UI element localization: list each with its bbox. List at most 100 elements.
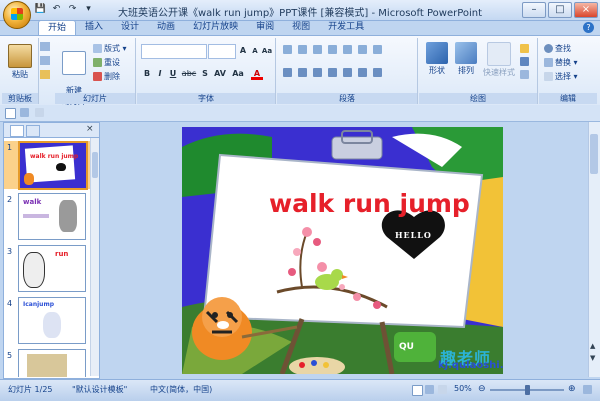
shapes-button[interactable]: 形状 xyxy=(423,42,451,76)
list-item[interactable]: 4 Icanjump xyxy=(4,297,90,345)
list-item[interactable]: 3 run xyxy=(4,245,90,293)
slide-sorter-button[interactable] xyxy=(425,385,434,394)
shadow-button[interactable]: S xyxy=(199,68,211,80)
tab-slideshow[interactable]: 幻灯片放映 xyxy=(184,20,247,35)
grow-font-button[interactable]: A xyxy=(237,45,249,57)
list-item[interactable]: 1 walk run jump xyxy=(4,141,90,190)
current-slide[interactable]: walk run jump HELLO QU 趣老师课件 kj.qulaoshi… xyxy=(182,127,503,374)
align-center-icon[interactable] xyxy=(298,68,307,77)
slide-title[interactable]: walk run jump xyxy=(269,189,470,218)
layout-button[interactable]: 版式 ▾ xyxy=(93,43,127,54)
font-size-combo[interactable] xyxy=(208,44,236,59)
change-case-button[interactable]: Aa xyxy=(231,68,245,80)
zoom-level[interactable]: 50% xyxy=(454,384,472,393)
justify-icon[interactable] xyxy=(328,68,337,77)
distributed-icon[interactable] xyxy=(343,68,352,77)
tab-view[interactable]: 视图 xyxy=(283,20,319,35)
office-logo-icon xyxy=(11,8,23,20)
reset-label: 重设 xyxy=(104,58,120,67)
clear-format-button[interactable]: Aa xyxy=(261,45,273,57)
paste-button[interactable]: 粘贴 xyxy=(5,44,35,80)
shapes-label: 形状 xyxy=(429,66,445,75)
tab-animations[interactable]: 动画 xyxy=(148,20,184,35)
format-painter-icon[interactable] xyxy=(40,70,50,79)
text-direction-icon[interactable] xyxy=(373,45,382,54)
align-right-icon[interactable] xyxy=(313,68,322,77)
next-slide-icon[interactable]: ▼ xyxy=(590,354,595,362)
slideshow-button[interactable] xyxy=(438,385,447,394)
cut-icon[interactable] xyxy=(40,42,50,51)
tab-insert[interactable]: 插入 xyxy=(76,20,112,35)
char-spacing-button[interactable]: AV xyxy=(213,68,227,80)
delete-slide-button[interactable]: 删除 xyxy=(93,71,120,82)
language-indicator[interactable]: 中文(简体，中国) xyxy=(150,384,212,395)
clipboard-icon xyxy=(8,44,32,68)
smartart-icon[interactable] xyxy=(373,68,382,77)
line-spacing-icon[interactable] xyxy=(343,45,352,54)
list-item[interactable]: 2 walk xyxy=(4,193,90,241)
new-slide-icon xyxy=(62,51,86,75)
maximize-button[interactable]: □ xyxy=(548,2,572,18)
copy-icon[interactable] xyxy=(40,56,50,65)
shape-fill-icon[interactable] xyxy=(520,44,529,53)
numbering-icon[interactable] xyxy=(298,45,307,54)
tab-developer[interactable]: 开发工具 xyxy=(319,20,373,35)
zoom-slider[interactable] xyxy=(490,385,564,395)
tab-outline-view[interactable] xyxy=(26,125,40,137)
bold-button[interactable]: B xyxy=(141,68,153,80)
reset-button[interactable]: 重设 xyxy=(93,57,120,68)
scrollbar-thumb[interactable] xyxy=(590,134,598,174)
thumbnail-text: walk run jump xyxy=(30,153,79,160)
minimize-button[interactable]: – xyxy=(522,2,546,18)
italic-button[interactable]: I xyxy=(154,68,166,80)
fit-to-window-icon[interactable] xyxy=(583,385,592,394)
zoom-out-icon[interactable]: ⊖ xyxy=(478,384,486,394)
normal-view-icon[interactable] xyxy=(5,108,16,119)
thumbnail-number: 2 xyxy=(7,195,13,204)
find-button[interactable]: 查找 xyxy=(544,43,571,54)
strikethrough-button[interactable]: abc xyxy=(181,68,197,80)
picture-icon[interactable] xyxy=(20,108,29,117)
thumbnail-list: 1 walk run jump 2 walk 3 run 4 Icanjump … xyxy=(4,139,90,377)
font-color-button[interactable]: A xyxy=(251,68,263,80)
quick-styles-button[interactable]: 快速样式 xyxy=(481,42,517,78)
group-label: 剪贴板 xyxy=(2,93,38,104)
zoom-in-icon[interactable]: ⊕ xyxy=(568,384,576,394)
replace-button[interactable]: 替换 ▾ xyxy=(544,57,578,68)
zoom-slider-thumb[interactable] xyxy=(525,385,530,395)
outline-icon[interactable] xyxy=(35,108,44,117)
close-button[interactable]: × xyxy=(574,2,598,18)
shape-effects-icon[interactable] xyxy=(520,70,529,79)
shape-outline-icon[interactable] xyxy=(520,57,529,66)
group-paragraph: 段落 xyxy=(277,38,418,104)
help-icon[interactable]: ? xyxy=(583,22,594,33)
arrange-button[interactable]: 排列 xyxy=(453,42,479,76)
columns-icon[interactable] xyxy=(358,45,367,54)
scrollbar-thumb[interactable] xyxy=(92,152,98,178)
font-name-combo[interactable] xyxy=(141,44,207,59)
tab-slides-view[interactable] xyxy=(10,125,24,137)
align-text-icon[interactable] xyxy=(358,68,367,77)
office-button[interactable] xyxy=(3,1,31,29)
list-item[interactable]: 5 xyxy=(4,349,90,377)
select-button[interactable]: 选择 ▾ xyxy=(544,71,578,82)
prev-slide-icon[interactable]: ▲ xyxy=(590,342,595,350)
thumbnail-scrollbar[interactable] xyxy=(90,138,99,376)
shrink-font-button[interactable]: A xyxy=(249,45,261,57)
underline-button[interactable]: U xyxy=(167,68,179,80)
tab-review[interactable]: 审阅 xyxy=(247,20,283,35)
increase-indent-icon[interactable] xyxy=(328,45,337,54)
tab-home[interactable]: 开始 xyxy=(38,20,77,35)
ribbon-tabs: 开始 插入 设计 动画 幻灯片放映 审阅 视图 开发工具 xyxy=(38,20,373,35)
window-title: 大班英语公开课《walk run jump》PPT课件 [兼容模式] - Mic… xyxy=(117,8,483,19)
tab-design[interactable]: 设计 xyxy=(112,20,148,35)
decrease-indent-icon[interactable] xyxy=(313,45,322,54)
close-pane-icon[interactable]: × xyxy=(86,124,94,134)
align-left-icon[interactable] xyxy=(283,68,292,77)
ribbon: 粘贴 剪贴板 新建 幻灯片 版式 ▾ 重设 删除 幻灯片 A A Aa B I … xyxy=(0,35,600,107)
bullets-icon[interactable] xyxy=(283,45,292,54)
clipboard-small-tools xyxy=(40,42,52,86)
thumbnail-text: Icanjump xyxy=(23,301,54,308)
vertical-scrollbar[interactable]: ▲ ▼ xyxy=(588,122,600,377)
normal-view-button[interactable] xyxy=(412,385,423,396)
